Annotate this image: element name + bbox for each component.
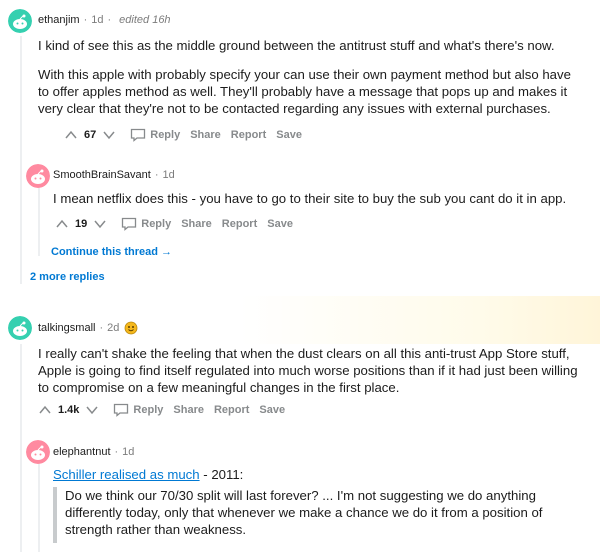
vote-score: 19 — [75, 218, 88, 230]
comment-meta: SmoothBrainSavant · 1d — [53, 169, 175, 181]
thread-line[interactable] — [20, 36, 22, 284]
username[interactable]: ethanjim — [38, 14, 80, 26]
separator: · — [154, 169, 159, 181]
new-comment-highlight — [0, 296, 600, 344]
snoo-avatar-icon — [8, 9, 32, 33]
username[interactable]: SmoothBrainSavant — [53, 169, 151, 181]
snoo-avatar-icon — [8, 316, 32, 340]
save-button[interactable]: Save — [267, 218, 293, 230]
upvote-icon[interactable] — [64, 128, 78, 142]
separator: · — [114, 446, 119, 458]
speech-bubble-icon — [114, 403, 129, 417]
blockquote: Do we think our 70/30 split will last fo… — [53, 487, 583, 543]
comment-paragraph: I kind of see this as the middle ground … — [38, 38, 555, 53]
upvote-icon[interactable] — [38, 403, 52, 417]
username[interactable]: talkingsmall — [38, 322, 95, 334]
timestamp[interactable]: 1d — [91, 14, 103, 26]
comment-body: I really can't shake the feeling that wh… — [38, 345, 583, 408]
downvote-icon[interactable] — [102, 128, 116, 142]
comment-paragraph: I really can't shake the feeling that wh… — [38, 346, 578, 395]
thread-line[interactable] — [20, 340, 22, 552]
snoo-avatar-icon — [26, 164, 50, 188]
link-suffix: - 2011: — [199, 467, 244, 482]
avatar[interactable] — [8, 9, 32, 33]
save-button[interactable]: Save — [259, 404, 285, 416]
comment-meta: elephantnut · 1d — [53, 446, 134, 458]
comment-body: Schiller realised as much - 2011: — [53, 466, 583, 483]
share-button[interactable]: Share — [173, 404, 204, 416]
reply-label: Reply — [141, 218, 172, 230]
timestamp[interactable]: 1d — [122, 446, 134, 458]
reply-label: Reply — [133, 404, 164, 416]
quote-text: Do we think our 70/30 split will last fo… — [65, 488, 543, 537]
arrow-right-icon: → — [161, 246, 173, 258]
edited-label: edited 16h — [119, 14, 171, 26]
upvote-icon[interactable] — [55, 217, 69, 231]
snoo-avatar-icon — [26, 440, 50, 464]
comment-paragraph: With this apple with probably specify yo… — [38, 67, 571, 116]
timestamp[interactable]: 1d — [163, 169, 175, 181]
reply-button[interactable]: Reply — [113, 403, 163, 417]
vote-score: 1.4k — [58, 404, 80, 416]
avatar[interactable] — [26, 164, 50, 188]
reply-button[interactable]: Reply — [121, 217, 171, 231]
comment-actions: 19 Reply Share Report Save — [55, 215, 293, 233]
comment-actions: 1.4k Reply Share Report Save — [38, 401, 285, 419]
speech-bubble-icon — [131, 128, 146, 142]
thread-line[interactable] — [38, 462, 40, 552]
award-icon[interactable] — [124, 321, 138, 335]
share-button[interactable]: Share — [190, 129, 221, 141]
reply-button[interactable]: Reply — [130, 128, 180, 142]
separator: · — [83, 14, 88, 26]
continue-thread-link[interactable]: Continue this thread → — [51, 246, 172, 258]
timestamp[interactable]: 2d — [107, 322, 119, 334]
report-button[interactable]: Report — [214, 404, 249, 416]
username[interactable]: elephantnut — [53, 446, 111, 458]
comment-actions: 67 Reply Share Report Save — [64, 126, 302, 144]
vote-score: 67 — [84, 129, 97, 141]
report-button[interactable]: Report — [222, 218, 257, 230]
report-button[interactable]: Report — [231, 129, 266, 141]
more-replies-link[interactable]: 2 more replies — [30, 271, 105, 283]
separator: · — [107, 14, 112, 26]
speech-bubble-icon — [122, 217, 137, 231]
save-button[interactable]: Save — [276, 129, 302, 141]
downvote-icon[interactable] — [85, 403, 99, 417]
comment-body: I kind of see this as the middle ground … — [38, 37, 578, 129]
comment-meta: ethanjim · 1d · edited 16h — [38, 14, 171, 26]
source-link[interactable]: Schiller realised as much — [53, 467, 200, 482]
avatar[interactable] — [26, 440, 50, 464]
thread-line[interactable] — [38, 186, 40, 256]
share-button[interactable]: Share — [181, 218, 212, 230]
reply-label: Reply — [150, 129, 181, 141]
separator: · — [99, 322, 104, 334]
comment-meta: talkingsmall · 2d — [38, 321, 138, 335]
downvote-icon[interactable] — [93, 217, 107, 231]
comment-paragraph: I mean netflix does this - you have to g… — [53, 191, 567, 206]
continue-thread-label: Continue this thread — [51, 246, 158, 258]
avatar[interactable] — [8, 316, 32, 340]
